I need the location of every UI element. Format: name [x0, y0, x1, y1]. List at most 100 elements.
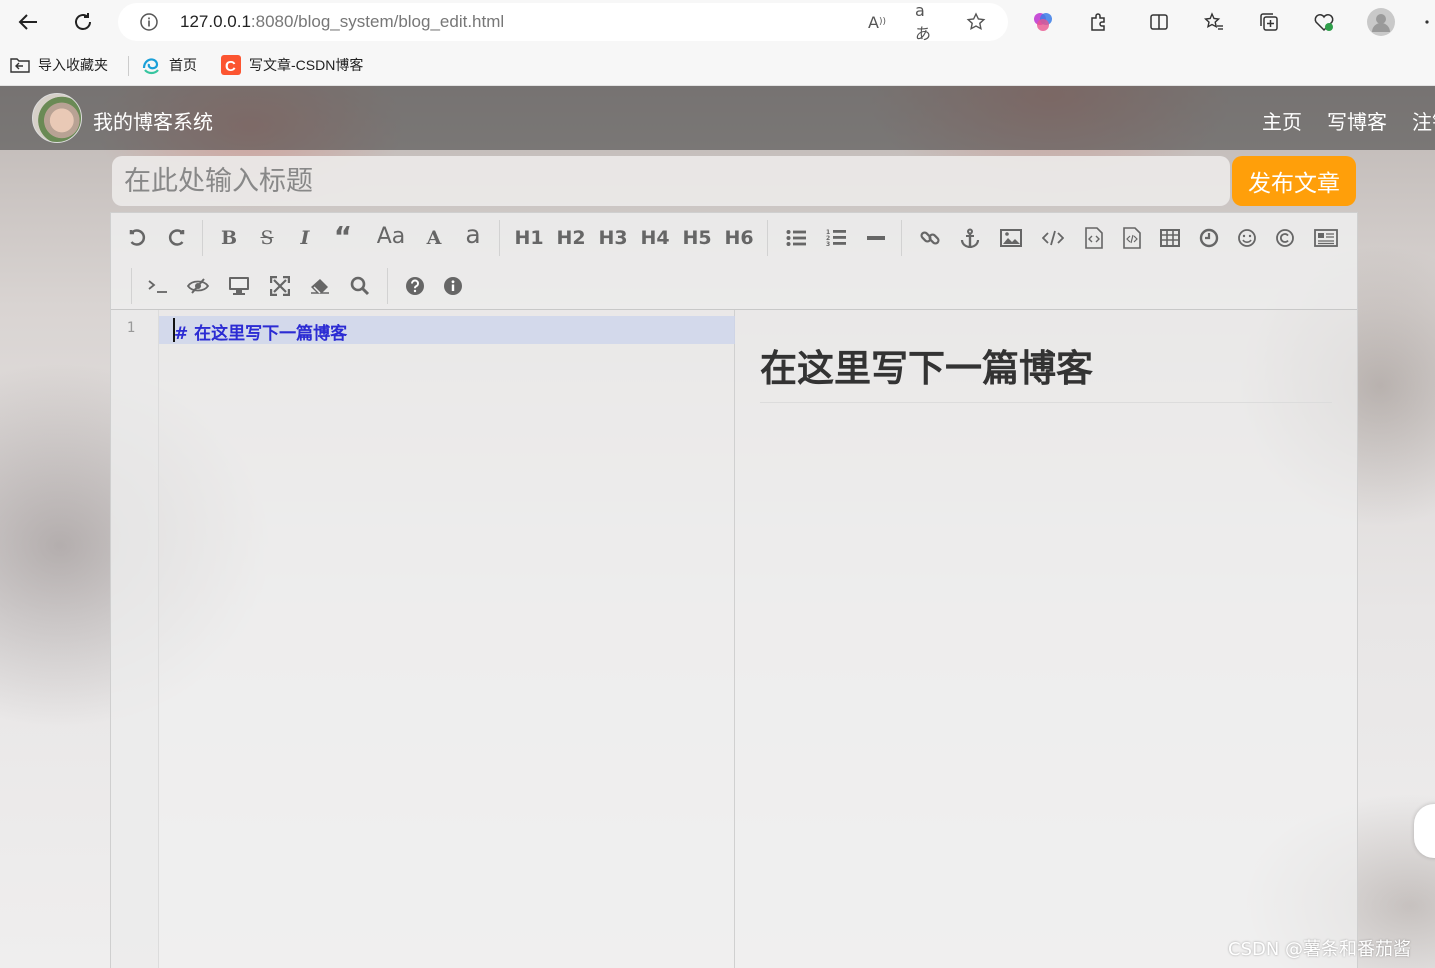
url-path: :8080/blog_system/blog_edit.html — [250, 12, 505, 31]
unordered-list-icon[interactable] — [781, 223, 811, 253]
bookmarks-bar: 导入收藏夹 首页 C 写文章-CSDN博客 — [0, 44, 1435, 86]
toolbar-divider — [767, 220, 768, 256]
url-text: 127.0.0.1:8080/blog_system/blog_edit.htm… — [180, 12, 504, 32]
h1-button[interactable]: H1 — [513, 223, 545, 253]
address-bar[interactable]: 127.0.0.1:8080/blog_system/blog_edit.htm… — [118, 1, 1008, 43]
bookmark-label: 写文章-CSDN博客 — [249, 57, 364, 73]
line-number-gutter: 1 — [111, 310, 159, 968]
info-icon[interactable] — [438, 271, 468, 301]
back-arrow-icon — [18, 14, 37, 30]
line-number: 1 — [126, 320, 136, 336]
markdown-editor: B S I “ Aa A a H1 H2 H3 H4 H5 H6 123 1 #… — [110, 212, 1358, 968]
svg-text:C: C — [225, 58, 236, 75]
reload-icon — [75, 13, 91, 30]
translate-icon[interactable]: aあ — [915, 1, 937, 43]
h2-button[interactable]: H2 — [555, 223, 587, 253]
preformatted-code-icon[interactable] — [1079, 223, 1109, 253]
code-line-heading[interactable]: # 在这里写下一篇博客 — [174, 319, 347, 344]
uppercase-first-icon[interactable]: A — [419, 223, 449, 253]
site-info-icon[interactable] — [138, 11, 160, 33]
text-cursor — [173, 318, 175, 342]
blog-edit-page: 我的博客系统 主页 写博客 注销 发布文章 B S I “ Aa A a H1 — [0, 86, 1435, 968]
goto-line-icon[interactable] — [143, 271, 173, 301]
site-title: 我的博客系统 — [93, 110, 213, 134]
fullscreen-icon[interactable] — [265, 271, 295, 301]
site-logo-avatar — [32, 93, 82, 143]
datetime-icon[interactable] — [1194, 223, 1224, 253]
markdown-code-pane[interactable]: 1 # 在这里写下一篇博客 — [111, 310, 735, 968]
split-screen-icon[interactable] — [1145, 8, 1173, 36]
blog-title-input[interactable] — [112, 156, 1230, 206]
collections-icon[interactable] — [1255, 8, 1283, 36]
favorite-star-icon[interactable] — [965, 11, 987, 33]
bookmark-label: 导入收藏夹 — [38, 57, 108, 73]
favorites-icon[interactable] — [1200, 8, 1228, 36]
bold-icon[interactable]: B — [214, 223, 244, 253]
floating-side-button[interactable] — [1414, 804, 1435, 858]
csdn-watermark: CSDN @薯条和番茄酱 — [1228, 939, 1412, 960]
h6-button[interactable]: H6 — [723, 223, 755, 253]
pagebreak-icon[interactable] — [1311, 223, 1341, 253]
toolbar-divider — [202, 220, 203, 256]
markdown-heading-text: 在这里写下一篇博客 — [194, 324, 348, 344]
strikethrough-icon[interactable]: S — [252, 223, 282, 253]
html-entities-icon[interactable] — [1270, 223, 1300, 253]
bookmark-import[interactable]: 导入收藏夹 — [10, 54, 108, 76]
emoji-icon[interactable] — [1232, 223, 1262, 253]
horizontal-rule-icon[interactable] — [861, 223, 891, 253]
toolbar-divider — [131, 268, 132, 304]
bookmark-home[interactable]: 首页 — [141, 54, 197, 76]
lowercase-icon[interactable]: a — [458, 219, 488, 249]
browser-essentials-icon[interactable] — [1310, 8, 1338, 36]
import-folder-icon — [10, 55, 30, 75]
bookmark-divider — [128, 56, 129, 76]
copilot-icon[interactable] — [1029, 8, 1057, 36]
toolbar-divider — [499, 220, 500, 256]
back-button[interactable] — [13, 7, 43, 37]
table-icon[interactable] — [1155, 223, 1185, 253]
nav-link-write[interactable]: 写博客 — [1327, 106, 1387, 135]
site-navbar: 我的博客系统 主页 写博客 注销 — [0, 86, 1435, 150]
preview-desktop-icon[interactable] — [224, 271, 254, 301]
code-block-icon[interactable] — [1117, 223, 1147, 253]
url-host: 127.0.0.1 — [180, 12, 251, 31]
markdown-preview-pane: 在这里写下一篇博客 — [736, 310, 1357, 968]
redo-icon[interactable] — [161, 223, 191, 253]
help-icon[interactable] — [400, 271, 430, 301]
uppercase-icon[interactable]: Aa — [372, 221, 410, 251]
reload-button[interactable] — [68, 7, 98, 37]
edge-home-icon — [141, 55, 161, 75]
italic-icon[interactable]: I — [290, 223, 320, 253]
code-icon[interactable] — [1038, 223, 1068, 253]
watch-toggle-icon[interactable] — [183, 271, 213, 301]
toolbar-divider — [901, 220, 902, 256]
h4-button[interactable]: H4 — [639, 223, 671, 253]
markdown-hash: # — [174, 324, 189, 344]
svg-text:3: 3 — [826, 241, 830, 248]
anchor-icon[interactable] — [955, 223, 985, 253]
toolbar-divider — [387, 268, 388, 304]
extensions-icon[interactable] — [1084, 8, 1112, 36]
link-icon[interactable] — [915, 223, 945, 253]
csdn-icon: C — [221, 55, 241, 75]
h3-button[interactable]: H3 — [597, 223, 629, 253]
preview-heading: 在这里写下一篇博客 — [760, 338, 1332, 403]
search-icon[interactable] — [345, 271, 375, 301]
read-aloud-icon[interactable]: A)) — [866, 11, 888, 33]
nav-link-logout[interactable]: 注销 — [1412, 106, 1435, 135]
more-menu-icon[interactable] — [1418, 8, 1435, 36]
editor-toolbar: B S I “ Aa A a H1 H2 H3 H4 H5 H6 123 — [111, 213, 1357, 310]
image-icon[interactable] — [996, 223, 1026, 253]
clear-eraser-icon[interactable] — [305, 271, 335, 301]
quote-icon[interactable]: “ — [328, 220, 358, 253]
ordered-list-icon[interactable]: 123 — [821, 223, 851, 253]
profile-avatar-icon[interactable] — [1367, 8, 1395, 36]
publish-button[interactable]: 发布文章 — [1232, 156, 1356, 206]
h5-button[interactable]: H5 — [681, 223, 713, 253]
title-bar: 发布文章 — [112, 156, 1356, 206]
bookmark-csdn[interactable]: C 写文章-CSDN博客 — [221, 54, 363, 76]
nav-link-home[interactable]: 主页 — [1262, 106, 1302, 135]
undo-icon[interactable] — [123, 223, 153, 253]
bookmark-label: 首页 — [169, 57, 197, 73]
browser-toolbar: 127.0.0.1:8080/blog_system/blog_edit.htm… — [0, 0, 1435, 44]
